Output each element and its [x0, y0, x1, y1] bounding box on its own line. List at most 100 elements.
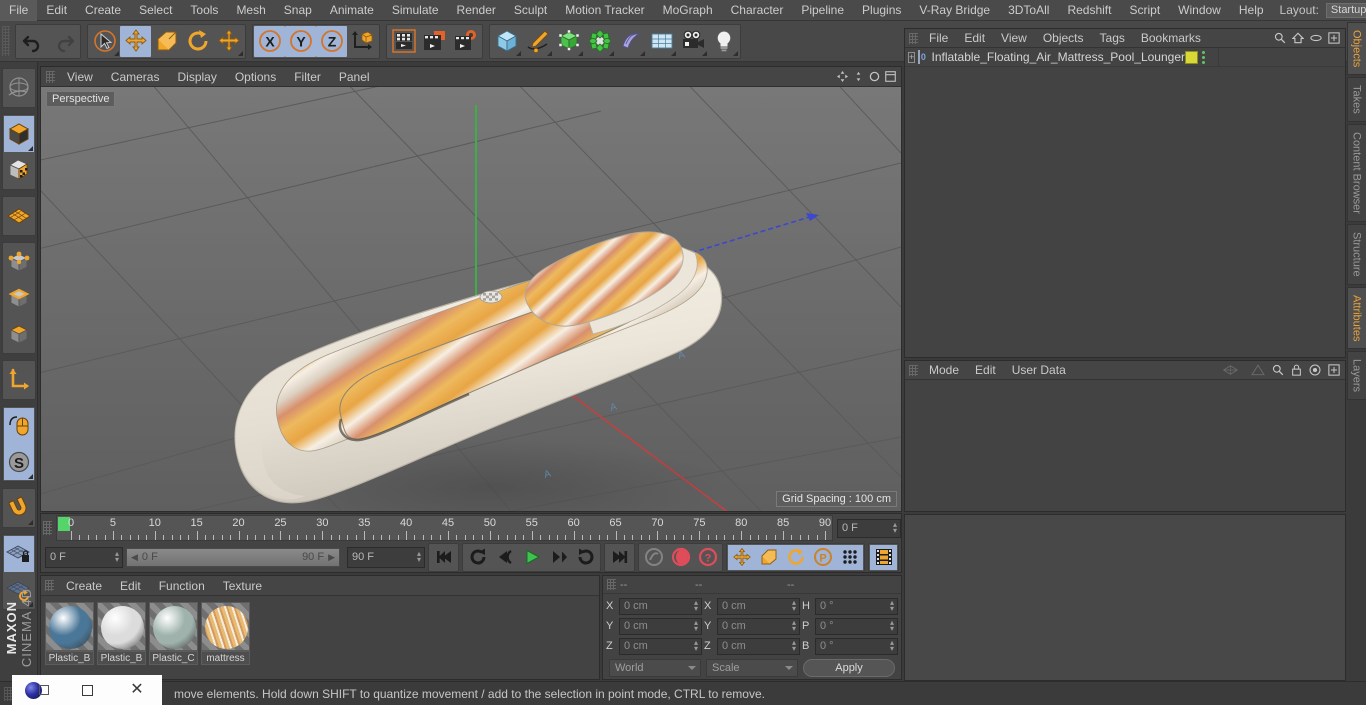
menu-item-motion-tracker[interactable]: Motion Tracker — [556, 0, 653, 21]
pla-key-button[interactable] — [836, 544, 863, 570]
axis-y-button[interactable]: Y — [285, 25, 316, 57]
current-frame-field[interactable]: 0 F ▴ ▾ — [45, 546, 123, 568]
object-menu-bookmarks[interactable]: Bookmarks — [1133, 29, 1209, 48]
material-menu-create[interactable]: Create — [57, 576, 111, 596]
material-menu-texture[interactable]: Texture — [214, 576, 271, 596]
rotate-tool-button[interactable] — [182, 26, 213, 57]
menu-item-render[interactable]: Render — [448, 0, 505, 21]
menu-item-file[interactable]: File — [0, 0, 38, 21]
workplane-lock-icon[interactable] — [3, 536, 34, 572]
scrub-left-arrow-icon[interactable]: ◀ — [131, 552, 138, 563]
rotation-key-button[interactable] — [782, 544, 809, 570]
spinner-icon[interactable]: ▴ ▾ — [893, 521, 897, 535]
material-menu-function[interactable]: Function — [150, 576, 214, 596]
add-panel-icon[interactable] — [1328, 364, 1340, 376]
c4d-app-icon[interactable] — [12, 675, 62, 705]
scrub-right-arrow-icon[interactable]: ▶ — [328, 552, 335, 563]
menu-item-script[interactable]: Script — [1120, 0, 1169, 21]
menu-item-window[interactable]: Window — [1169, 0, 1230, 21]
add-panel-icon[interactable] — [1328, 32, 1340, 44]
tab-objects[interactable]: Objects — [1346, 22, 1366, 76]
spline-pen-button[interactable] — [522, 26, 553, 57]
texture-mode-icon[interactable] — [4, 152, 34, 188]
end-frame-field[interactable]: 90 F ▴ ▾ — [347, 546, 425, 568]
coord-field-pos-z[interactable]: 0 cm ▴ ▾ — [619, 637, 702, 655]
move-axis-button[interactable] — [213, 26, 244, 57]
menu-item-simulate[interactable]: Simulate — [383, 0, 448, 21]
material-item[interactable]: Plastic_B — [45, 602, 94, 665]
viewport-menu-view[interactable]: View — [58, 67, 102, 87]
light-object-button[interactable] — [708, 26, 739, 57]
attributes-menu-edit[interactable]: Edit — [967, 361, 1004, 380]
scene-object-button[interactable] — [615, 26, 646, 57]
point-mode-icon[interactable] — [4, 244, 34, 280]
close-button[interactable]: ✕ — [112, 675, 162, 705]
apply-button[interactable]: Apply — [803, 658, 895, 677]
render-region-button[interactable] — [419, 26, 450, 57]
coord-field-size-z[interactable]: 0 cm ▴ ▾ — [717, 637, 800, 655]
coordinates-grip[interactable] — [607, 579, 616, 590]
menu-item-animate[interactable]: Animate — [321, 0, 383, 21]
timeline-right-frame-field[interactable]: 0 F ▴ ▾ — [837, 518, 901, 538]
home-icon[interactable] — [1292, 32, 1304, 44]
generator-object-button[interactable] — [553, 26, 584, 57]
menu-item-edit[interactable]: Edit — [37, 0, 76, 21]
timeline-grip[interactable] — [43, 521, 52, 535]
viewport-solo-icon[interactable] — [3, 408, 34, 444]
spinner-icon[interactable]: ▴ ▾ — [792, 619, 796, 633]
material-preview[interactable] — [201, 602, 250, 651]
object-menu-file[interactable]: File — [921, 29, 956, 48]
material-item[interactable]: Plastic_B — [97, 602, 146, 665]
ellipse-icon[interactable] — [1310, 32, 1322, 44]
viewport-menu-grip[interactable] — [46, 70, 55, 83]
polygon-grid-icon[interactable] — [4, 198, 34, 234]
menu-item-redshift[interactable]: Redshift — [1058, 0, 1120, 21]
material-item[interactable]: Plastic_C — [149, 602, 198, 665]
object-menu-edit[interactable]: Edit — [956, 29, 993, 48]
menu-item-mesh[interactable]: Mesh — [227, 0, 274, 21]
spinner-icon[interactable]: ▴ ▾ — [694, 599, 698, 613]
spinner-icon[interactable]: ▴ ▾ — [694, 639, 698, 653]
material-menu-grip[interactable] — [45, 580, 54, 591]
menu-item-tools[interactable]: Tools — [181, 0, 227, 21]
keyframe-selection-button[interactable]: ? — [694, 545, 721, 570]
coord-field-pos-x[interactable]: 0 cm ▴ ▾ — [619, 597, 702, 615]
material-preview[interactable] — [97, 602, 146, 651]
object-menu-objects[interactable]: Objects — [1035, 29, 1092, 48]
attributes-menu-mode[interactable]: Mode — [921, 361, 967, 380]
undo-button[interactable] — [17, 26, 48, 57]
tab-content-browser[interactable]: Content Browser — [1346, 124, 1366, 222]
menu-item-sculpt[interactable]: Sculpt — [505, 0, 556, 21]
tab-layers[interactable]: Layers — [1346, 351, 1366, 401]
material-preview[interactable] — [45, 602, 94, 651]
world-coordinate-button[interactable] — [347, 26, 378, 57]
autokey-button[interactable] — [667, 545, 694, 570]
tab-structure[interactable]: Structure — [1346, 223, 1366, 285]
lock-icon[interactable] — [1291, 364, 1302, 376]
coord-field-size-y[interactable]: 0 cm ▴ ▾ — [717, 617, 800, 635]
spinner-icon[interactable]: ▴ ▾ — [792, 599, 796, 613]
polygon-mode-icon[interactable] — [4, 316, 34, 352]
coord-field-rot-p[interactable]: 0 ° ▴ ▾ — [815, 617, 898, 635]
magnet-icon[interactable] — [4, 490, 34, 526]
menu-item-mograph[interactable]: MoGraph — [654, 0, 722, 21]
spinner-icon[interactable]: ▴ ▾ — [115, 550, 119, 564]
coord-field-rot-h[interactable]: 0 ° ▴ ▾ — [815, 597, 898, 615]
menu-item-select[interactable]: Select — [130, 0, 181, 21]
axis-modify-icon[interactable] — [4, 362, 34, 398]
step-forward-button[interactable] — [545, 545, 572, 570]
next-key-button[interactable] — [572, 545, 599, 570]
back-navigation-icon[interactable] — [1222, 364, 1244, 376]
menu-item-3dtoall[interactable]: 3DToAll — [999, 0, 1058, 21]
target-icon[interactable] — [1309, 364, 1321, 376]
object-tree-row[interactable]: + 0 Inflatable_Floating_Air_Mattress_Poo… — [905, 48, 1345, 67]
attributes-grip[interactable] — [909, 364, 918, 376]
spinner-icon[interactable]: ▴ ▾ — [890, 599, 894, 613]
menu-item-snap[interactable]: Snap — [275, 0, 321, 21]
attributes-menu-user-data[interactable]: User Data — [1004, 361, 1074, 380]
environment-floor-button[interactable] — [646, 26, 677, 57]
menu-item-create[interactable]: Create — [76, 0, 130, 21]
material-menu-edit[interactable]: Edit — [111, 576, 150, 596]
render-settings-button[interactable] — [450, 26, 481, 57]
object-menu-view[interactable]: View — [993, 29, 1035, 48]
